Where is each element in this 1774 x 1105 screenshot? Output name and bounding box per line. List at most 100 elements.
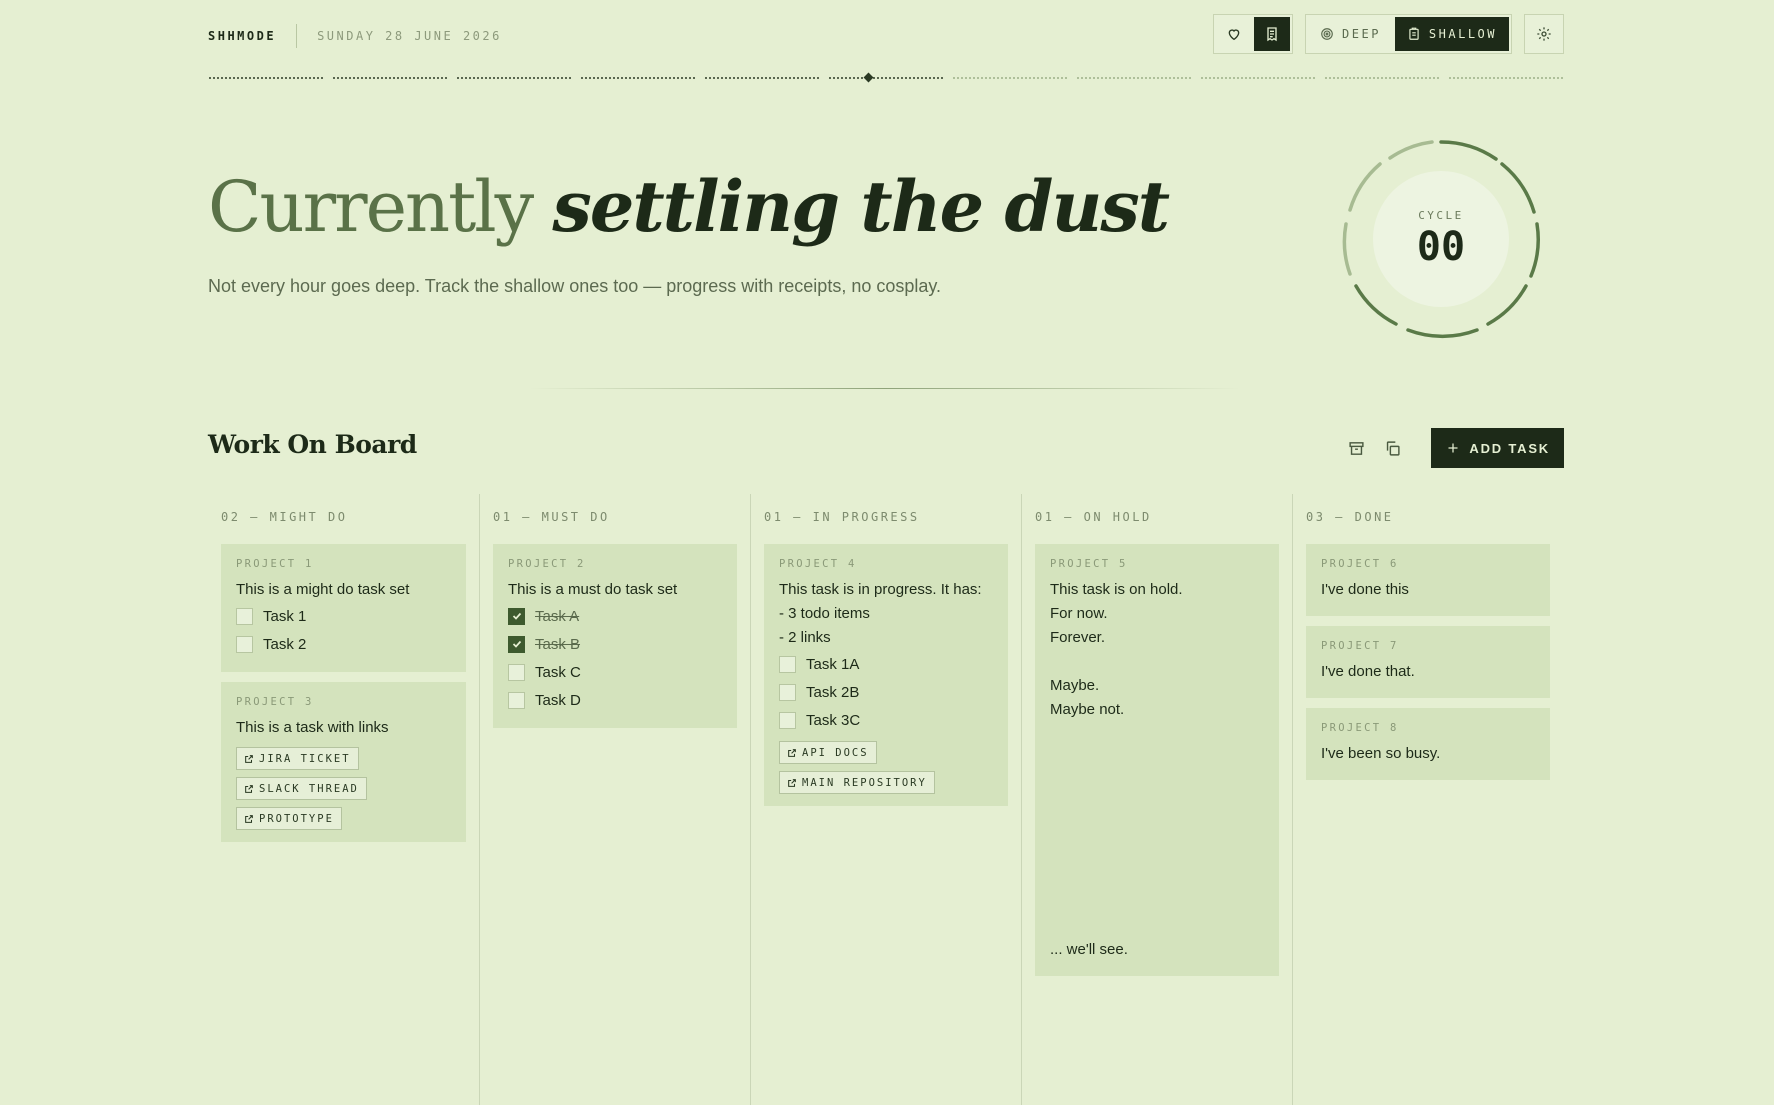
board-actions: ADD TASK [1343,428,1564,468]
checklist-item[interactable]: Task 2 [236,630,451,658]
external-link-icon [788,778,796,787]
checklist-label: Task 1A [806,655,860,673]
card-text: I've done that. [1321,663,1415,680]
top-bar: SHHMODE SUNDAY 28 JUNE 2026 DEEP SHALLOW [208,14,1564,58]
project-label: PROJECT 1 [236,558,314,570]
column-header: 01 — ON HOLD [1035,510,1152,524]
heart-icon [1228,29,1240,41]
external-link[interactable]: JIRA TICKET [236,747,359,770]
title-italic: settling the dust [552,165,1170,248]
check-icon [512,612,521,620]
current-date: SUNDAY 28 JUNE 2026 [317,29,502,43]
task-card[interactable]: PROJECT 2 This is a must do task set Task … [493,544,737,728]
deep-mode-label: DEEP [1342,27,1381,41]
checkbox[interactable] [779,683,796,701]
add-task-button[interactable]: ADD TASK [1431,428,1564,468]
copy-icon [1386,440,1400,456]
task-card[interactable]: PROJECT 1 This is a might do task set Task… [221,544,466,672]
checkbox[interactable] [779,655,796,673]
checklist-item[interactable]: Task C [508,658,722,686]
timeline-segment [1076,77,1192,79]
project-label: PROJECT 7 [1321,640,1399,652]
section-divider [530,388,1240,389]
checkbox[interactable] [236,635,253,653]
link-label: JIRA TICKET [259,752,351,765]
board-column: 01 — IN PROGRESS PROJECT 4 This task is in… [750,494,1021,1105]
card-text: I've been so busy. [1321,745,1441,762]
card-text: This task is in progress. It has: - 3 to… [779,581,982,646]
archive-button[interactable] [1343,435,1369,461]
board-column: 02 — MIGHT DO PROJECT 1 This is a might do… [208,494,479,1105]
settings-button[interactable] [1524,14,1564,54]
link-list: API DOCS MAIN REPOSITORY [779,734,993,794]
gear-icon [1537,27,1551,41]
checklist-item[interactable]: Task D [508,686,722,714]
receipt-button[interactable] [1254,17,1291,51]
external-link[interactable]: SLACK THREAD [236,777,367,800]
column-header: 01 — MUST DO [493,510,610,524]
checkbox[interactable] [236,607,253,625]
external-link-icon [245,784,253,793]
checkbox[interactable] [508,663,525,681]
deep-mode-button[interactable]: DEEP [1308,17,1393,51]
checkbox[interactable] [508,635,525,653]
timeline-segment [1324,77,1440,79]
plus-icon [1448,443,1458,453]
page-subtitle: Not every hour goes deep. Track the shal… [208,276,942,296]
external-link[interactable]: API DOCS [779,741,877,764]
board-column: 01 — MUST DO PROJECT 2 This is a must do t… [479,494,750,1105]
copy-button[interactable] [1379,435,1405,461]
task-card[interactable]: PROJECT 4 This task is in progress. It ha… [764,544,1008,806]
checklist-label: Task B [535,635,581,653]
link-label: SLACK THREAD [259,782,359,795]
view-toggle-group [1213,14,1294,54]
task-card[interactable]: PROJECT 7 I've done that. [1306,626,1550,698]
timeline-segment [580,77,696,79]
checklist-item[interactable]: Task 1 [236,602,451,630]
column-header: 03 — DONE [1306,510,1394,524]
checklist-item[interactable]: Task 2B [779,678,993,706]
card-text: This is a must do task set [508,581,678,598]
link-label: API DOCS [802,746,869,759]
link-label: PROTOTYPE [259,812,334,825]
checkbox[interactable] [508,607,525,625]
checklist-item[interactable]: Task 3C [779,706,993,734]
task-card[interactable]: PROJECT 8 I've been so busy. [1306,708,1550,780]
day-timeline [208,72,1564,83]
add-task-label: ADD TASK [1469,440,1550,456]
checklist-item[interactable]: Task 1A [779,650,993,678]
kanban-board: 02 — MIGHT DO PROJECT 1 This is a might do… [208,494,1564,1105]
link-list: JIRA TICKET SLACK THREAD PROTOTYPE [236,740,451,830]
target-icon [1321,28,1333,40]
task-card[interactable]: PROJECT 5 This task is on hold. For now. … [1035,544,1279,976]
external-link[interactable]: PROTOTYPE [236,807,342,830]
timeline-segment [1200,77,1316,79]
mode-toggle-group: DEEP SHALLOW [1305,14,1512,54]
project-label: PROJECT 5 [1050,558,1128,570]
task-card[interactable]: PROJECT 3 This is a task with links JIRA T… [221,682,466,842]
task-card[interactable]: PROJECT 6 I've done this [1306,544,1550,616]
board-column: 03 — DONE PROJECT 6 I've done this PROJECT … [1292,494,1563,1105]
external-link-icon [245,814,253,823]
timeline-segment [208,77,324,79]
timeline-segment [828,77,944,79]
favorites-button[interactable] [1216,17,1252,51]
cycle-value: 00 [1416,223,1466,270]
external-link-icon [788,748,796,757]
card-text: I've done this [1321,581,1409,598]
checkbox[interactable] [779,711,796,729]
checkbox[interactable] [508,691,525,709]
timeline-segment [704,77,820,79]
checklist-label: Task 3C [806,711,861,729]
shallow-mode-button[interactable]: SHALLOW [1394,17,1509,51]
external-link[interactable]: MAIN REPOSITORY [779,771,935,794]
checklist-label: Task 2B [806,683,860,701]
card-text: This is a might do task set [236,581,410,598]
archive-icon [1349,441,1364,455]
checklist-item[interactable]: Task A [508,602,722,630]
link-label: MAIN REPOSITORY [802,776,927,789]
external-link-icon [245,754,253,763]
clipboard-icon [1409,27,1419,40]
checklist-item[interactable]: Task B [508,630,722,658]
receipt-icon [1267,27,1277,42]
